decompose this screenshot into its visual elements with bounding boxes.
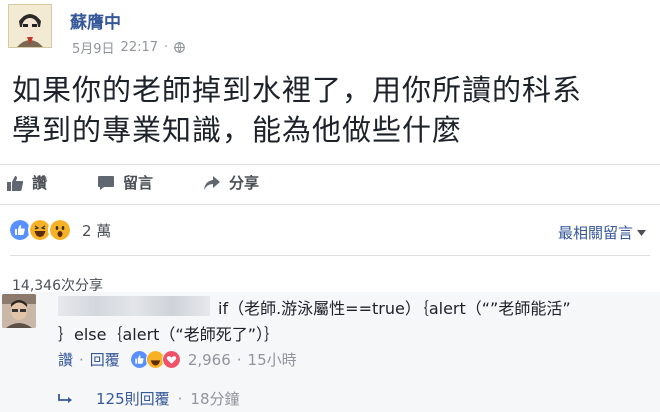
replies-time[interactable]: 18分鐘 [190,388,239,409]
author-avatar[interactable] [8,4,52,48]
comment-time[interactable]: 15小時 [248,349,297,370]
comment-meta: 讚 · 回覆 2,966 · 15小時 [58,349,297,370]
meta-dot: · [236,350,242,369]
chevron-down-icon [637,229,646,236]
post-text: 如果你的老師掉到水裡了，用你所讀的科系 學到的專業知識，能為他做些什麼 [12,70,652,150]
post-meta: 5月9日 22:17 · [72,38,186,57]
reactions-summary[interactable]: 2 萬 [8,218,111,242]
globe-icon[interactable] [174,42,186,53]
comment-bubble-icon [98,175,115,190]
post-text-line-2: 學到的專業知識，能為他做些什麼 [12,113,463,147]
post-action-bar: 讚 留言 分享 [6,172,259,193]
post-time[interactable]: 22:17 [121,40,158,55]
comment-reactions[interactable] [129,350,181,369]
like-label: 讚 [32,174,48,192]
divider [0,164,660,165]
share-label: 分享 [229,174,260,192]
comment-button[interactable]: 留言 [97,172,153,193]
comment-sort-dropdown[interactable]: 最相關留言 [558,222,646,243]
meta-dot: · [177,389,183,408]
post-text-line-1: 如果你的老師掉到水裡了，用你所讀的科系 [12,73,583,107]
commenter-name-redacted [58,296,210,316]
love-reaction-icon [161,350,181,369]
meta-separator: · [164,40,169,55]
reply-arrow-icon [58,393,72,403]
commenter-avatar[interactable] [2,294,36,328]
thumbs-up-icon [7,175,24,191]
share-arrow-icon [204,175,221,190]
reaction-count[interactable]: 2 萬 [82,220,111,241]
comment-label: 留言 [123,174,154,192]
divider [0,204,660,205]
replies-count-link[interactable]: 125則回覆 [96,388,170,409]
wow-reaction-icon [48,218,72,242]
comment-like-link[interactable]: 讚 [58,349,73,370]
view-replies[interactable]: 125則回覆 · 18分鐘 [58,388,240,409]
sort-label: 最相關留言 [557,224,633,242]
comment-text-line-1: if（老師.游泳屬性==true）｛alert（“”老師能活” [218,299,571,318]
comment-reaction-count[interactable]: 2,966 [188,351,231,369]
divider [10,255,650,256]
comment-reply-link[interactable]: 回覆 [90,349,120,370]
post-date[interactable]: 5月9日 [72,38,115,57]
like-button[interactable]: 讚 [6,172,47,193]
meta-dot: · [79,350,84,369]
share-button[interactable]: 分享 [203,172,259,193]
author-name[interactable]: 蘇膺中 [70,8,121,33]
comment-text-line-2: ｝else｛alert（“老師死了”）｝ [58,325,280,344]
